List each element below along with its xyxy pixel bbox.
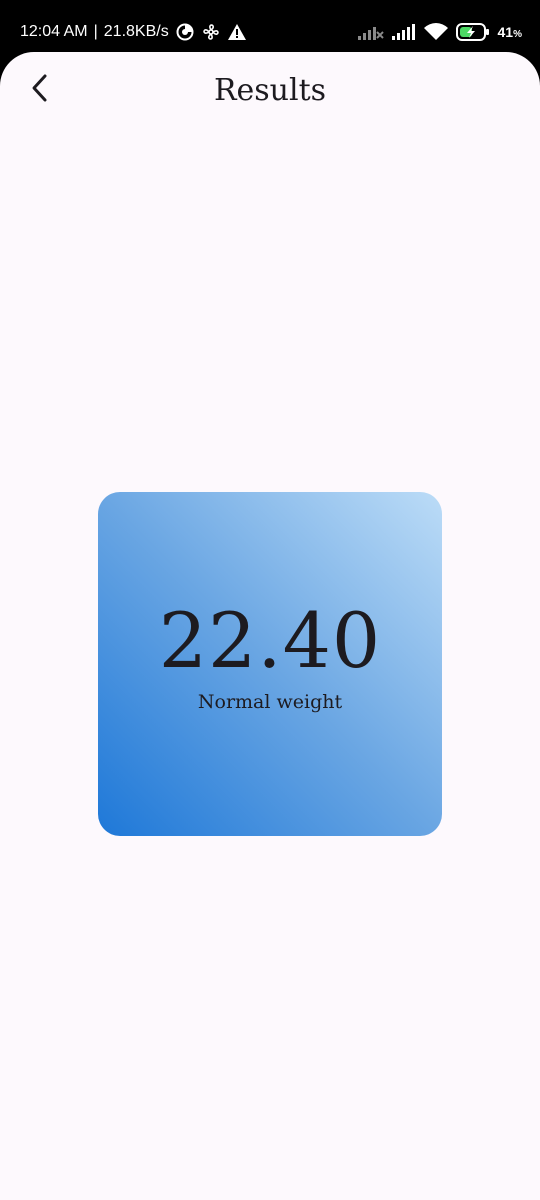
- warning-icon: [227, 22, 247, 42]
- battery-unit: %: [513, 29, 522, 40]
- status-network-speed: 21.8KB/s: [103, 23, 169, 40]
- bmi-value: 22.40: [158, 596, 382, 685]
- status-separator: |: [93, 23, 98, 40]
- signal-icon: [391, 22, 416, 42]
- bmi-category: Normal weight: [197, 691, 343, 713]
- status-right: 41%: [357, 21, 522, 43]
- bmi-result-card: 22.40 Normal weight: [98, 492, 442, 836]
- signal-no-service-icon: [357, 22, 384, 42]
- status-bar: 12:04 AM | 21.8KB/s 41%: [0, 0, 540, 52]
- battery-charging-icon: [455, 22, 490, 42]
- data-saver-icon: [175, 22, 195, 42]
- battery-level: 41%: [497, 24, 522, 40]
- status-left: 12:04 AM | 21.8KB/s: [20, 21, 247, 43]
- status-time: 12:04 AM: [20, 23, 88, 40]
- screen: 12:04 AM | 21.8KB/s 41% Results 22.40 No…: [0, 0, 540, 1200]
- app-bar: Results: [0, 52, 540, 128]
- fan-icon: [201, 22, 221, 42]
- page-title: Results: [213, 73, 327, 108]
- results-screen: Results 22.40 Normal weight: [0, 52, 540, 1200]
- wifi-icon: [423, 22, 448, 42]
